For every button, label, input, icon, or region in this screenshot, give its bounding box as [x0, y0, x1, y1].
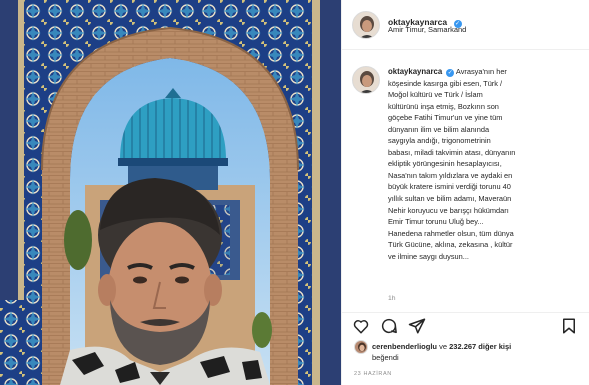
verified-badge-icon: ✓	[446, 69, 455, 77]
post-location[interactable]: Amir Timur, Samarkand	[388, 25, 466, 34]
likes-text: cerenbenderlioglu ve 232.267 diğer kişi …	[372, 341, 587, 363]
likes-suffix: beğendi	[372, 353, 399, 362]
caption-line: Türk Gücüne, aklına, zekasına , kültür	[388, 240, 513, 250]
caption-line: oktaykaynarca ✓ Avrasya'nın her	[388, 66, 584, 78]
caption-line: yıllık sultan ve bilim adamı, Maveraün	[388, 194, 512, 204]
caption-username[interactable]: oktaykaynarca	[388, 67, 442, 76]
post-photo[interactable]	[0, 0, 341, 385]
avatar-image	[353, 67, 379, 93]
author-avatar[interactable]	[352, 11, 380, 39]
caption-line: kültürünü inşa etmiş, Bozkırın son	[388, 101, 499, 111]
post-date[interactable]: 23 HAZİRAN	[354, 371, 392, 377]
action-bar	[342, 312, 589, 338]
caption-line: babası, miladi takvimin atası, dünyanın	[388, 147, 516, 157]
likes-summary: cerenbenderlioglu ve 232.267 diğer kişi …	[342, 338, 589, 368]
post-header: oktaykaynarca ✓ Amir Timur, Samarkand	[342, 0, 589, 50]
caption-line: dünyanın ilim ve bilim alanında	[388, 124, 490, 134]
avatar-image	[355, 341, 367, 353]
caption-timestamp[interactable]: 1h	[388, 295, 396, 302]
caption-line: büyük kratere ismini verdiği torunu 40	[388, 182, 511, 192]
bookmark-icon[interactable]	[560, 317, 578, 335]
caption-line: ekliptik yörüngesinin hesaplayıcısı,	[388, 159, 502, 169]
photo-illustration	[0, 0, 341, 385]
caption-line: Hanedena rahmetler olsun, tüm dünya	[388, 228, 514, 238]
caption-comment: oktaykaynarca ✓ Avrasya'nın her köşesind…	[342, 58, 589, 313]
likes-count[interactable]: 232.267 diğer kişi	[449, 342, 511, 351]
post-details-panel: oktaykaynarca ✓ Amir Timur, Samarkand ok…	[341, 0, 589, 385]
share-icon[interactable]	[408, 317, 426, 335]
caption-author-avatar[interactable]	[352, 66, 380, 94]
caption-line: Nehir koruyucu ve barışçı hükümdarı	[388, 205, 509, 215]
caption-line: ve ilmine saygı duysun...	[388, 251, 469, 261]
caption-text: oktaykaynarca ✓ Avrasya'nın her köşesind…	[388, 66, 584, 262]
caption-line-text: Avrasya'nın her	[455, 67, 507, 76]
caption-line: Emir Timur torunu Uluğ bey...	[388, 217, 484, 227]
comment-icon[interactable]	[380, 317, 398, 335]
caption-line: göçebe Fatihi Timur'un ve yine tüm	[388, 113, 503, 123]
caption-line: saygıyla andığı, trigonometrinin	[388, 136, 491, 146]
caption-line: Nasa'nın takım yıldızlara ve aydaki en	[388, 170, 513, 180]
caption-line: köşesinde kasırga gibi esen, Türk /	[388, 78, 503, 88]
liker-avatar[interactable]	[354, 340, 368, 354]
caption-line: Moğol kültürü ve Türk / İslam	[388, 90, 483, 100]
heart-icon[interactable]	[352, 317, 370, 335]
avatar-image	[353, 12, 379, 38]
likes-connector: ve	[437, 342, 450, 351]
first-liker-username[interactable]: cerenbenderlioglu	[372, 342, 437, 351]
